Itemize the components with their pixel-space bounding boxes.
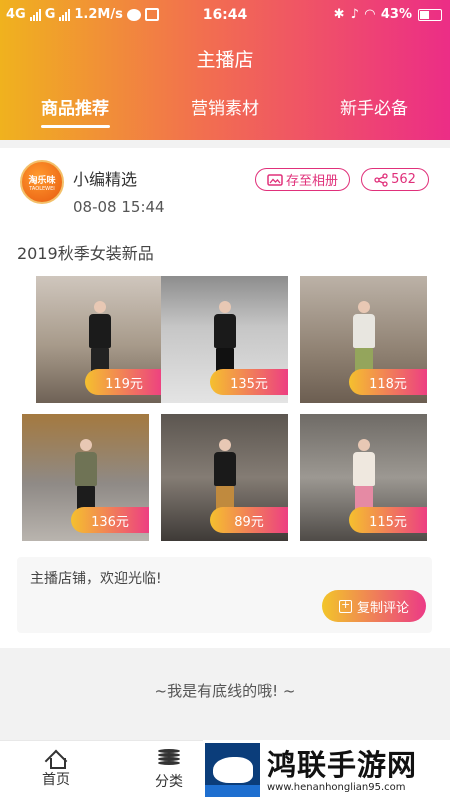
avatar-logo-subtext: TAOLEWEI [29, 185, 55, 192]
watermark-url: www.henanhonglian95.com [267, 782, 406, 793]
product-photo[interactable]: 89元 [161, 414, 288, 541]
watermark-title: 鸿联手游网 [267, 748, 418, 782]
tab-beginner-essentials[interactable]: 新手必备 [340, 94, 408, 119]
save-to-album-button[interactable]: 存至相册 [255, 168, 350, 191]
end-of-list-text: ~我是有底线的哦! ~ [154, 682, 296, 700]
product-photo[interactable]: 135元 [161, 276, 288, 403]
save-to-album-label: 存至相册 [285, 174, 338, 189]
app-header: 4G G 1.2M/s 16:44 ✱ ♪ ◠ 43% 主播店 商品推荐 营销素… [0, 0, 450, 140]
wifi-icon: ◠ [364, 7, 375, 22]
share-button[interactable]: 562 [361, 168, 429, 191]
share-icon [374, 172, 388, 187]
product-photo[interactable]: 119元 [36, 276, 163, 403]
nav-label-home: 首页 [42, 772, 70, 788]
tab-marketing-materials[interactable]: 营销素材 [191, 94, 259, 119]
copy-comment-label: 复制评论 [356, 600, 409, 616]
product-price: 89元 [210, 507, 288, 533]
battery-icon [418, 8, 442, 21]
nav-label-category: 分类 [155, 774, 183, 790]
tab-bar: 商品推荐 营销素材 新手必备 [0, 94, 450, 130]
comment-text: 主播店铺，欢迎光临! [30, 571, 162, 587]
active-tab-indicator [41, 125, 110, 128]
avatar[interactable]: 淘乐味 TAOLEWEI [20, 160, 64, 204]
bluetooth-icon: ✱ [333, 7, 345, 22]
nav-item-category[interactable]: 分类 [139, 749, 199, 791]
product-price: 135元 [210, 369, 288, 395]
product-photo[interactable]: 115元 [300, 414, 427, 541]
tab-recommended-products[interactable]: 商品推荐 [41, 94, 109, 119]
product-photo[interactable]: 118元 [300, 276, 427, 403]
product-price: 115元 [349, 507, 427, 533]
mute-icon: ♪ [350, 7, 359, 22]
product-price: 119元 [85, 369, 163, 395]
product-price: 118元 [349, 369, 427, 395]
post-card: 淘乐味 TAOLEWEI 小编精选 08-08 15:44 存至相册 562 2… [0, 148, 450, 648]
product-price: 136元 [71, 507, 149, 533]
avatar-logo-text: 淘乐味 [28, 175, 56, 186]
page-title: 主播店 [196, 49, 254, 71]
product-photo[interactable]: 136元 [22, 414, 149, 541]
image-icon [267, 173, 283, 186]
post-time: 08-08 15:44 [73, 198, 165, 216]
comment-box: 主播店铺，欢迎光临! 复制评论 [17, 557, 432, 633]
nav-item-home[interactable]: 首页 [26, 749, 86, 789]
watermark-logo-icon [205, 743, 260, 797]
copy-icon [338, 598, 352, 613]
category-icon [158, 749, 180, 769]
share-count: 562 [391, 172, 416, 187]
home-icon [46, 749, 66, 769]
battery-percent: 43% [380, 7, 412, 22]
author-name: 小编精选 [73, 170, 138, 189]
copy-comment-button[interactable]: 复制评论 [322, 590, 426, 622]
site-watermark: 鸿联手游网 www.henanhonglian95.com [203, 740, 450, 800]
post-title: 2019秋季女装新品 [17, 244, 154, 263]
status-bar: 4G G 1.2M/s 16:44 ✱ ♪ ◠ 43% [0, 0, 450, 32]
